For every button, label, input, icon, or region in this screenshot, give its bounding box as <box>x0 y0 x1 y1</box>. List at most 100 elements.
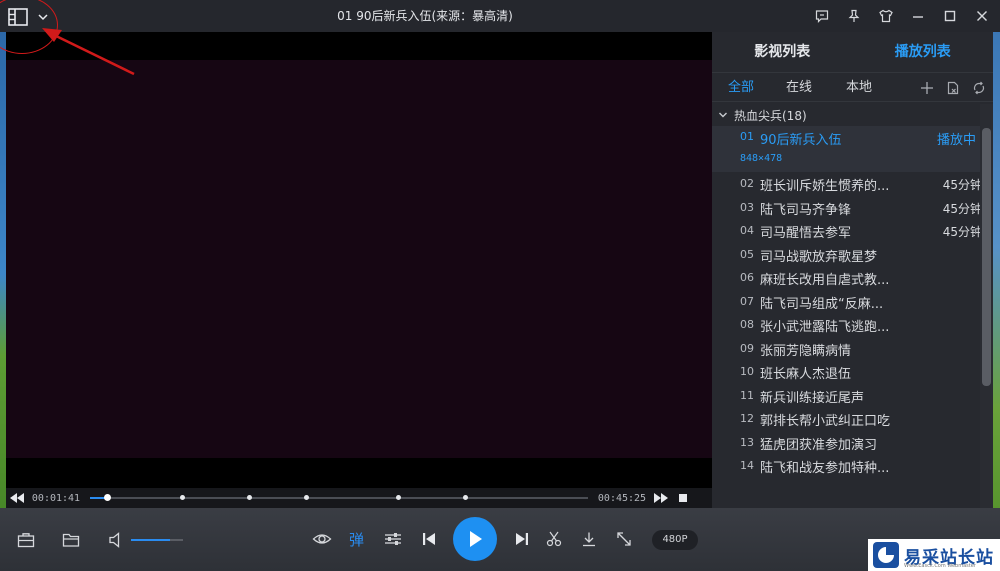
maximize-button[interactable] <box>942 8 958 24</box>
episode-title: 猛虎团获准参加演习 <box>760 437 878 453</box>
playlist-item[interactable]: 10 班长麻人杰退伍 <box>712 360 982 384</box>
volume-slider-fill <box>131 539 170 541</box>
quality-selector[interactable]: 480P <box>652 530 698 550</box>
episode-title: 司马醒悟去参军 <box>760 226 852 241</box>
playlist-item-current[interactable]: 01 90后新兵入伍 播放中 848×478 <box>712 126 982 172</box>
tab-video-library[interactable]: 影视列表 <box>712 32 853 72</box>
current-episode-title: 90后新兵入伍 <box>760 133 842 148</box>
chapter-mark[interactable] <box>463 495 469 500</box>
total-time: 00:45:25 <box>597 492 647 504</box>
stop-button[interactable] <box>672 488 694 508</box>
playlist-item[interactable]: 03 陆飞司马齐争锋 45分钟 <box>712 196 982 220</box>
delete-file-button[interactable] <box>945 80 961 96</box>
next-button[interactable] <box>513 530 531 548</box>
subtab-all[interactable]: 全部 <box>728 73 754 102</box>
tab-playlist[interactable]: 播放列表 <box>853 32 994 72</box>
playlist-item[interactable]: 14 陆飞和战友参加特种... <box>712 454 982 478</box>
elapsed-time: 00:01:41 <box>31 492 81 504</box>
open-file-button[interactable] <box>61 531 81 549</box>
toolbox-icon <box>17 533 35 548</box>
playlist-item[interactable]: 06 麻班长改用自虐式教... <box>712 266 982 290</box>
watermark-logo-icon <box>873 542 899 568</box>
video-frame <box>6 60 712 458</box>
play-icon <box>470 531 482 547</box>
episode-title: 麻班长改用自虐式教... <box>760 273 890 288</box>
visual-effects-button[interactable] <box>312 530 332 548</box>
playlist-item[interactable]: 08 张小武泄露陆飞逃跑... <box>712 313 982 337</box>
playlist-item[interactable]: 11 新兵训练接近尾声 <box>712 384 982 408</box>
playlist-item[interactable]: 04 司马醒悟去参军 45分钟 <box>712 219 982 243</box>
chapter-mark[interactable] <box>246 495 252 500</box>
episode-title: 郭排长帮小武纠正口吃 <box>760 414 891 429</box>
chapter-mark[interactable] <box>304 495 310 500</box>
rewind-button[interactable] <box>6 488 28 508</box>
fullscreen-button[interactable] <box>615 530 633 548</box>
scrollbar-thumb[interactable] <box>982 128 991 386</box>
equalizer-button[interactable] <box>383 530 403 548</box>
chapter-mark[interactable] <box>179 495 185 500</box>
current-episode-number: 01 <box>740 130 754 143</box>
episode-title: 陆飞司马齐争锋 <box>760 202 852 218</box>
mute-button[interactable] <box>107 530 125 550</box>
episode-number: 12 <box>740 412 754 425</box>
playlist-item[interactable]: 12 郭排长帮小武纠正口吃 <box>712 407 982 431</box>
chapter-mark[interactable] <box>396 495 402 500</box>
clip-button[interactable] <box>545 530 563 548</box>
playlist-item[interactable]: 07 陆飞司马组成“反麻... <box>712 290 982 314</box>
episode-number: 08 <box>740 318 754 331</box>
episode-number: 09 <box>740 341 754 355</box>
fast-forward-icon <box>654 493 668 503</box>
playlist-scrollbar[interactable] <box>980 104 993 508</box>
episode-duration: 45分钟 <box>942 178 982 192</box>
playlist-group[interactable]: 热血尖兵(18) <box>712 104 982 126</box>
episode-number: 02 <box>740 177 754 190</box>
maximize-icon <box>944 10 956 22</box>
sliders-icon <box>385 533 401 545</box>
playlist: 热血尖兵(18) 01 90后新兵入伍 播放中 848×478 02 班长训斥娇生… <box>712 104 982 508</box>
fast-forward-button[interactable] <box>650 488 672 508</box>
episode-title: 新兵训练接近尾声 <box>760 390 865 406</box>
watermark-subtext: Www.Easck.Com Webmaster <box>904 563 976 569</box>
layout-icon <box>8 8 28 26</box>
subtab-online[interactable]: 在线 <box>786 73 812 102</box>
danmaku-toggle[interactable]: 弹 <box>349 529 364 550</box>
episode-number: 14 <box>740 459 754 472</box>
plus-icon <box>921 81 933 94</box>
stop-icon <box>679 494 687 502</box>
feedback-button[interactable] <box>814 8 830 24</box>
download-icon <box>583 532 595 547</box>
skin-button[interactable] <box>878 8 894 24</box>
episode-title: 陆飞和战友参加特种... <box>760 461 890 476</box>
volume-slider[interactable] <box>131 539 183 541</box>
previous-button[interactable] <box>420 530 438 548</box>
subtab-local[interactable]: 本地 <box>846 73 872 102</box>
window-title: 01 90后新兵入伍(来源：暴高清) <box>337 9 513 23</box>
progress-row: 00:01:41 00:45:25 <box>6 488 712 508</box>
episode-number: 13 <box>740 435 754 449</box>
play-button[interactable] <box>453 517 497 561</box>
speaker-icon <box>109 532 120 548</box>
chevron-down-icon <box>38 14 48 21</box>
control-bar: 弹 480P <box>0 508 1000 571</box>
current-resolution: 848×478 <box>740 153 783 164</box>
playlist-item[interactable]: 02 班长训斥娇生惯养的... 45分钟 <box>712 172 982 196</box>
playlist-item[interactable]: 09 张丽芳隐瞒病情 <box>712 337 982 361</box>
video-canvas[interactable] <box>6 32 712 488</box>
playlist-item[interactable]: 13 猛虎团获准参加演习 <box>712 431 982 455</box>
minimize-button[interactable] <box>910 8 926 24</box>
download-button[interactable] <box>580 530 598 548</box>
now-playing-badge: 播放中 <box>936 133 976 148</box>
add-button[interactable] <box>919 80 935 96</box>
episode-title: 张丽芳隐瞒病情 <box>760 343 852 359</box>
seek-bar-handle[interactable] <box>103 494 111 501</box>
loop-mode-button[interactable] <box>971 80 987 96</box>
playlist-item[interactable]: 05 司马战歌放弃歌星梦 <box>712 243 982 267</box>
main-menu-button[interactable] <box>8 6 54 28</box>
minimize-icon <box>913 16 923 18</box>
seek-bar[interactable] <box>90 494 588 501</box>
toolbox-button[interactable] <box>16 531 36 549</box>
desktop-wallpaper-right <box>993 32 1000 571</box>
close-button[interactable] <box>974 8 990 24</box>
pin-button[interactable] <box>846 8 862 24</box>
playlist-panel: 影视列表 播放列表 全部 在线 本地 热血尖兵(18) 01 90后新兵入伍 播… <box>712 32 993 508</box>
